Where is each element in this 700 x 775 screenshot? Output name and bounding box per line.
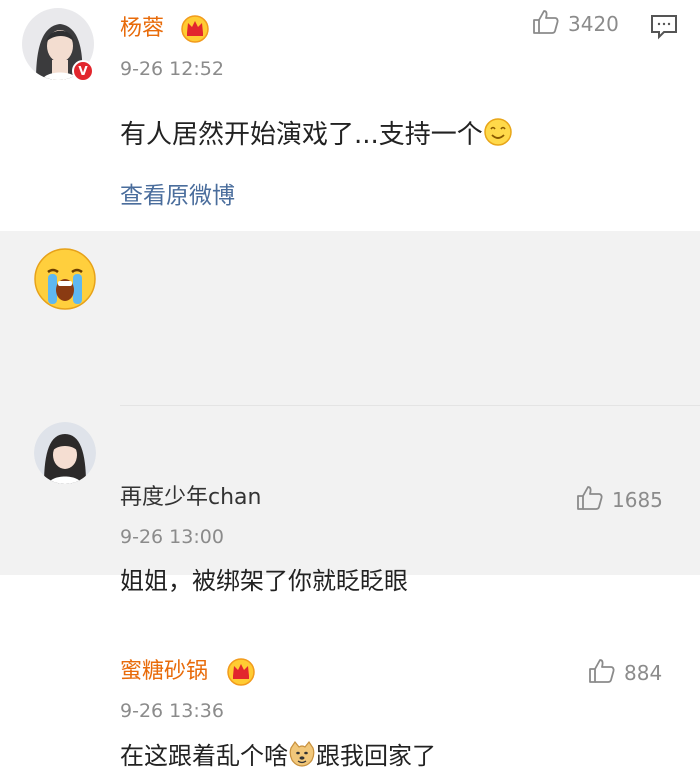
reply-list: 再度少年chan 9-26 13:00 1685 姐姐，被绑架了你就眨眨眼 蜜糖…: [0, 231, 700, 770]
thumbs-up-icon: [532, 8, 560, 40]
doge-emoji-icon: [288, 740, 316, 775]
reply-like-button[interactable]: 1685: [576, 486, 663, 514]
reply-like-count: 1685: [612, 488, 663, 512]
reply-text: 在这跟着乱个啥 跟我回家了: [120, 740, 436, 775]
main-comment: V 杨蓉 9-26 12:52 3420 有人居然开始演戏了...支持一个 查看…: [0, 0, 700, 231]
vip-crown-icon: [180, 13, 210, 47]
reply-like-button[interactable]: 884: [588, 659, 662, 687]
girl-photo-avatar[interactable]: [34, 422, 96, 484]
reply-time: 9-26 13:00: [120, 526, 224, 548]
reply-text-after: 跟我回家了: [316, 742, 436, 770]
comment-time: 9-26 12:52: [120, 58, 224, 80]
view-original-link[interactable]: 查看原微博: [120, 176, 235, 210]
verified-badge-icon: V: [72, 60, 94, 82]
user-avatar[interactable]: V: [22, 8, 94, 82]
reply-text: 姐姐，被绑架了你就眨眨眼: [120, 567, 408, 595]
reply-username[interactable]: 蜜糖砂锅: [120, 659, 208, 685]
reply-time: 9-26 13:36: [120, 700, 224, 722]
reply-divider: [120, 405, 700, 406]
reply-text-before: 在这跟着乱个啥: [120, 742, 288, 770]
comment-text: 有人居然开始演戏了...支持一个: [120, 117, 513, 154]
reply-like-count: 884: [624, 661, 663, 685]
smile-emoji-icon: [483, 117, 513, 154]
username[interactable]: 杨蓉: [120, 16, 164, 42]
like-button[interactable]: 3420: [532, 10, 619, 38]
vip-crown-icon: [226, 656, 256, 690]
reply-username[interactable]: 再度少年chan: [120, 485, 261, 511]
thumbs-up-icon: [576, 484, 604, 516]
thumbs-up-icon: [588, 657, 616, 689]
crying-emoji-avatar[interactable]: [34, 248, 96, 310]
comment-text-body: 有人居然开始演戏了...支持一个: [120, 120, 483, 150]
like-count: 3420: [568, 12, 619, 36]
reply-comment-icon[interactable]: [650, 14, 678, 44]
